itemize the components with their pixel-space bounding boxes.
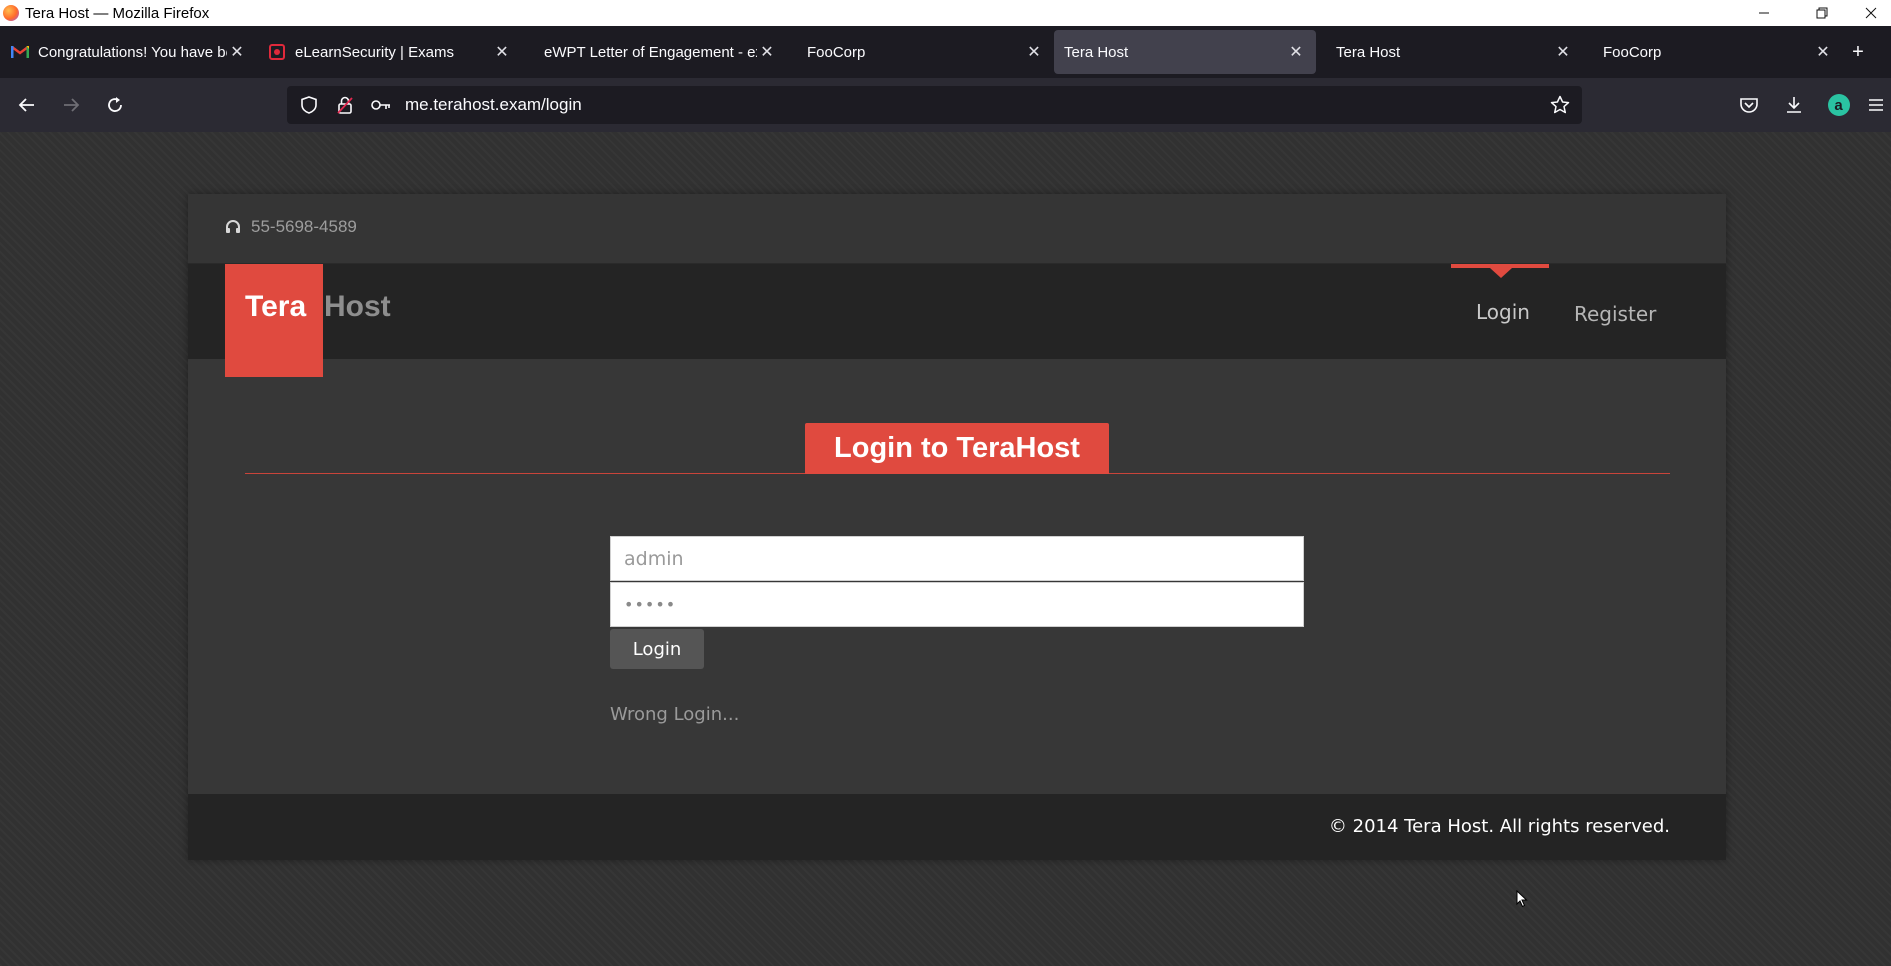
window-titlebar: Tera Host — Mozilla Firefox	[0, 0, 1891, 26]
phone-contact: 55-5698-4589	[225, 217, 357, 237]
headset-icon	[225, 219, 241, 235]
tab-label: Tera Host	[1064, 43, 1129, 61]
tab-foocorp[interactable]: FooCorp ✕	[787, 30, 1054, 74]
tab-label: eLearnSecurity | Exams	[295, 43, 454, 61]
window-title: Tera Host — Mozilla Firefox	[25, 4, 210, 22]
nav-link-register[interactable]: Register	[1574, 302, 1656, 326]
tab-close-icon[interactable]: ✕	[492, 42, 512, 62]
tab-elearnsecurity[interactable]: eLearnSecurity | Exams ✕	[257, 30, 522, 74]
tracking-protection-shield-icon[interactable]	[291, 96, 327, 114]
restore-icon[interactable]	[1793, 0, 1851, 26]
web-page: 55-5698-4589 Tera Host Login Register Lo…	[0, 132, 1891, 966]
logo-text-tera[interactable]: Tera	[245, 290, 306, 324]
tab-tera-host[interactable]: Tera Host ✕	[1316, 30, 1583, 74]
gmail-icon	[10, 44, 30, 60]
tab-close-icon[interactable]: ✕	[1024, 42, 1044, 62]
top-contact-bar: 55-5698-4589	[188, 194, 1726, 264]
tab-close-icon[interactable]: ✕	[1286, 42, 1306, 62]
site-footer: © 2014 Tera Host. All rights reserved.	[188, 794, 1726, 860]
tab-ewpt-letter[interactable]: eWPT Letter of Engagement - exa ✕	[522, 30, 787, 74]
tab-label: Congratulations! You have bee	[38, 43, 227, 61]
copyright-text: © 2014 Tera Host. All rights reserved.	[1328, 816, 1670, 837]
new-tab-icon[interactable]: +	[1843, 41, 1873, 64]
downloads-icon[interactable]	[1771, 87, 1816, 123]
firefox-logo-icon	[3, 5, 19, 21]
login-button[interactable]: Login	[610, 629, 704, 669]
menu-hamburger-icon[interactable]	[1861, 87, 1891, 123]
site-container: 55-5698-4589 Tera Host Login Register Lo…	[188, 194, 1726, 860]
tab-label: FooCorp	[1603, 43, 1662, 61]
back-icon[interactable]	[5, 87, 49, 123]
tab-close-icon[interactable]: ✕	[1553, 42, 1573, 62]
phone-number: 55-5698-4589	[251, 217, 357, 236]
tab-close-icon[interactable]: ✕	[1813, 42, 1833, 62]
tab-close-icon[interactable]: ✕	[757, 42, 777, 62]
insecure-lock-icon[interactable]	[327, 96, 363, 114]
password-input[interactable]: •••••	[610, 582, 1304, 627]
tab-tera-host-active[interactable]: Tera Host ✕	[1054, 30, 1316, 74]
tab-label: Tera Host	[1336, 43, 1401, 61]
navigation-toolbar: me.terahost.exam/login a	[0, 78, 1891, 132]
tab-foocorp-2[interactable]: FooCorp ✕	[1583, 30, 1843, 74]
page-title: Login to TeraHost	[805, 423, 1109, 474]
logo-text-host[interactable]: Host	[324, 290, 391, 324]
username-input[interactable]: admin	[610, 536, 1304, 581]
minimize-icon[interactable]	[1735, 0, 1793, 26]
mouse-pointer-icon	[1516, 889, 1528, 913]
key-icon[interactable]	[363, 98, 399, 112]
address-bar[interactable]: me.terahost.exam/login	[287, 86, 1582, 124]
login-error-message: Wrong Login...	[610, 704, 740, 725]
url-text[interactable]: me.terahost.exam/login	[399, 95, 1542, 115]
tab-label: eWPT Letter of Engagement - exa	[544, 43, 757, 61]
tab-close-icon[interactable]: ✕	[227, 42, 247, 62]
toolbar-right: a	[1726, 78, 1891, 132]
elearnsecurity-icon	[267, 44, 287, 60]
account-avatar-icon[interactable]: a	[1816, 87, 1861, 123]
forward-icon[interactable]	[49, 87, 93, 123]
reload-icon[interactable]	[93, 87, 137, 123]
pocket-icon[interactable]	[1726, 87, 1771, 123]
bookmark-star-icon[interactable]	[1542, 95, 1578, 115]
active-nav-caret	[1490, 268, 1512, 278]
tab-gmail[interactable]: Congratulations! You have bee ✕	[0, 30, 257, 74]
tab-strip: Congratulations! You have bee ✕ eLearnSe…	[0, 26, 1891, 78]
nav-link-login[interactable]: Login	[1476, 300, 1530, 324]
site-header: Tera Host Login Register	[188, 264, 1726, 377]
close-icon[interactable]	[1851, 0, 1891, 26]
tab-label: FooCorp	[807, 43, 866, 61]
